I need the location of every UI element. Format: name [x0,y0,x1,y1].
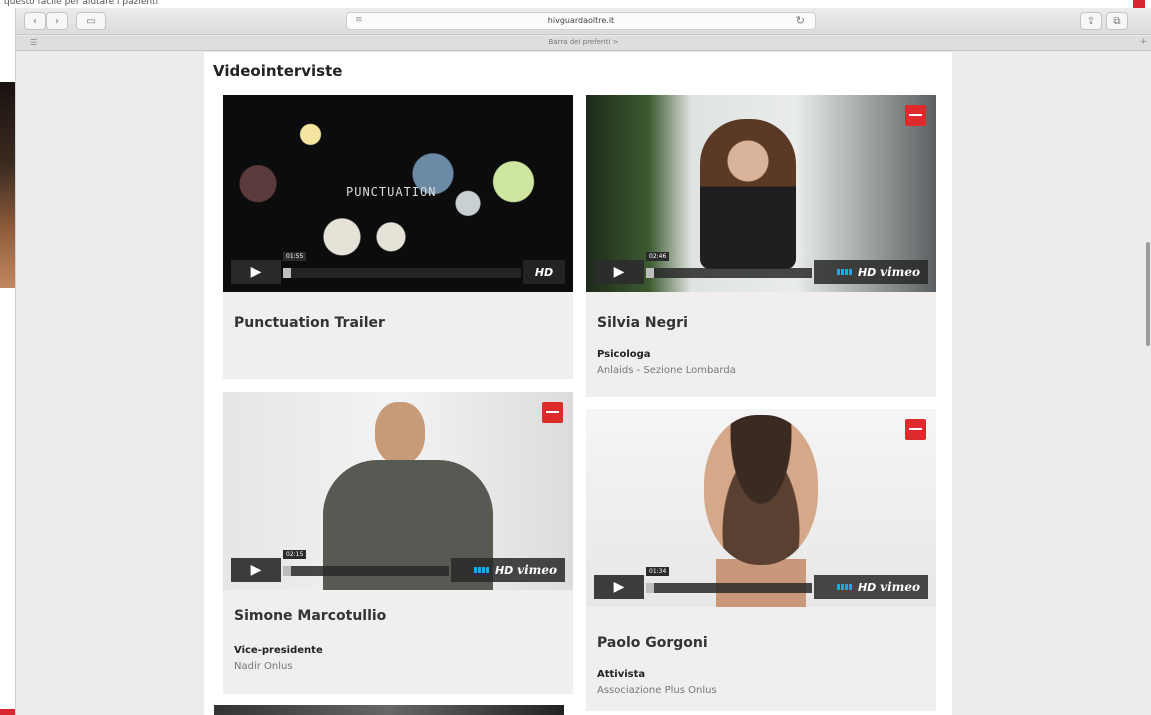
play-icon: ▶ [613,579,625,595]
progress-fill [283,566,291,576]
back-button[interactable]: ‹ [24,12,46,30]
vimeo-badge-label: HD vimeo [857,580,920,594]
play-icon: ▶ [250,562,262,578]
vimeo-badge[interactable]: HD vimeo [451,558,565,582]
video-speaker-org: Nadir Onlus [234,661,293,672]
video-title[interactable]: Paolo Gorgoni [597,635,708,651]
channel-logo-icon [905,419,926,440]
video-overlay-text: PUNCTUATION [346,185,437,199]
background-red-strip [0,709,15,715]
play-button[interactable]: ▶ [231,558,281,582]
tabs-icon: ⧉ [1113,15,1121,27]
progress-track[interactable] [646,583,812,593]
scrollbar[interactable] [1146,242,1150,346]
browser-toolbar: ‹ › ▭ ≡ hivguardaoltre.it ↻ ⇪ ⧉ [16,8,1151,35]
vimeo-badge[interactable]: HD vimeo [814,260,928,284]
video-duration: 01:55 [283,252,307,261]
volume-bars-icon [836,584,853,590]
vimeo-badge-label: HD vimeo [857,265,920,279]
page-viewport: Videointerviste PUNCTUATION ▶ 01:55 HD P… [16,52,1151,715]
channel-logo-icon [542,402,563,423]
play-button[interactable]: ▶ [231,260,281,284]
forward-button[interactable]: › [46,12,68,30]
favorites-bar-label[interactable]: Barra dei preferiti > [16,38,1151,46]
player-controls: ▶ 02:15 HD vimeo [231,550,565,582]
video-thumbnail-person [700,119,796,269]
player-controls: ▶ 01:55 HD [231,252,565,284]
volume-bars-icon [473,567,490,573]
video-player[interactable]: ▶ 02:46 HD vimeo [586,95,936,292]
video-title[interactable]: Silvia Negri [597,315,688,331]
play-icon: ▶ [250,264,262,280]
video-card[interactable]: ▶ 02:15 HD vimeo Simone Marcotullio Vice… [223,392,573,694]
page-content: Videointerviste PUNCTUATION ▶ 01:55 HD P… [204,52,952,715]
video-title[interactable]: Punctuation Trailer [234,315,385,331]
video-player[interactable]: ▶ 01:34 HD vimeo [586,409,936,607]
video-duration: 01:34 [646,567,670,576]
video-duration: 02:15 [283,550,307,559]
video-speaker-role: Attivista [597,669,646,680]
video-card[interactable]: ▶ 02:46 HD vimeo Silvia Negri Psicologa … [586,95,936,397]
browser-window: ‹ › ▭ ≡ hivguardaoltre.it ↻ ⇪ ⧉ ☰ Barra … [15,8,1151,715]
reload-icon[interactable]: ↻ [796,14,805,27]
volume-bars-icon [836,269,853,275]
video-card[interactable]: ▶ 01:34 HD vimeo Paolo Gorgoni Attivista… [586,409,936,711]
video-speaker-role: Vice-presidente [234,645,323,656]
background-photo [0,82,15,288]
progress-fill [646,268,654,278]
video-thumbnail-person [704,415,818,565]
video-card[interactable]: PUNCTUATION ▶ 01:55 HD Punctuation Trail… [223,95,573,379]
video-card-partial[interactable] [214,705,564,715]
progress-track[interactable] [283,268,521,278]
chevron-left-icon: ‹ [33,15,37,27]
progress-fill [646,583,654,593]
progress-track[interactable] [283,566,449,576]
play-icon: ▶ [613,264,625,280]
sidebar-button[interactable]: ▭ [76,12,106,30]
favorites-bar: ☰ Barra dei preferiti > + [16,36,1151,51]
sidebar-icon: ▭ [86,15,96,27]
video-speaker-org: Associazione Plus Onlus [597,685,717,696]
tabs-button[interactable]: ⧉ [1106,12,1128,30]
progress-fill [283,268,291,278]
vimeo-badge[interactable]: HD vimeo [814,575,928,599]
section-title: Videointerviste [213,62,343,80]
new-tab-icon[interactable]: + [1139,37,1147,47]
video-speaker-org: Anlaids - Sezione Lombarda [597,365,736,376]
background-text: questo facile per aiutare i pazienti [4,0,159,7]
video-player[interactable]: PUNCTUATION ▶ 01:55 HD [223,95,573,292]
video-duration: 02:46 [646,252,670,261]
share-icon: ⇪ [1086,15,1096,27]
video-player[interactable]: ▶ 02:15 HD vimeo [223,392,573,590]
url-text: hivguardaoltre.it [547,16,615,25]
player-controls: ▶ 02:46 HD vimeo [594,252,928,284]
vimeo-badge-label: HD vimeo [494,563,557,577]
play-button[interactable]: ▶ [594,260,644,284]
hd-badge[interactable]: HD [523,260,565,284]
progress-track[interactable] [646,268,812,278]
video-speaker-role: Psicologa [597,349,651,360]
player-controls: ▶ 01:34 HD vimeo [594,567,928,599]
channel-logo-icon [905,105,926,126]
chevron-right-icon: › [55,15,59,27]
share-button[interactable]: ⇪ [1080,12,1102,30]
address-bar[interactable]: ≡ hivguardaoltre.it ↻ [346,12,816,30]
play-button[interactable]: ▶ [594,575,644,599]
video-title[interactable]: Simone Marcotullio [234,608,386,624]
